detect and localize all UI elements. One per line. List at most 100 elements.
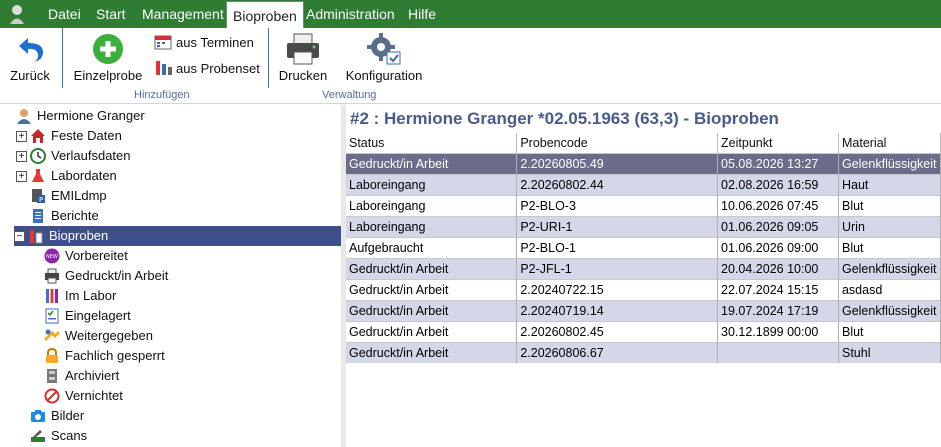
tree-subitem-archiviert[interactable]: Archiviert: [44, 366, 119, 386]
checklist-icon: [45, 308, 59, 324]
cell-status: Gedruckt/in Arbeit: [346, 320, 518, 342]
cell-material: Blut: [838, 194, 941, 216]
tree-item-labordaten[interactable]: + Labordaten: [16, 166, 117, 186]
cell-zeitpunkt: 05.08.2026 13:27: [717, 152, 839, 174]
tree-item-label: EMILdmp: [51, 188, 107, 203]
tree-patient[interactable]: Hermione Granger: [16, 106, 145, 126]
table-row[interactable]: Gedruckt/in Arbeit 2.20260805.49 05.08.2…: [346, 152, 941, 174]
cell-zeitpunkt: 01.06.2026 09:05: [717, 215, 839, 237]
expand-icon[interactable]: +: [16, 130, 27, 142]
tree-item-bilder[interactable]: Bilder: [30, 406, 84, 426]
tree-subitem-im-labor[interactable]: Im Labor: [44, 286, 116, 306]
tree-subitem-vernichtet[interactable]: Vernichtet: [44, 386, 123, 406]
collapse-icon[interactable]: −: [14, 230, 25, 242]
menu-hilfe[interactable]: Hilfe: [402, 0, 442, 28]
print-button[interactable]: Drucken: [276, 32, 330, 83]
cell-status: Aufgebraucht: [346, 236, 518, 258]
cell-status: Laboreingang: [346, 194, 518, 216]
cell-status: Gedruckt/in Arbeit: [346, 278, 518, 300]
tree-subitem-gesperrt[interactable]: Fachlich gesperrt: [44, 346, 165, 366]
menu-management[interactable]: Management: [136, 0, 230, 28]
gear-icon: [367, 33, 401, 65]
cell-probencode: 2.20260802.45: [516, 320, 719, 342]
table-row[interactable]: Gedruckt/in Arbeit 2.20240719.14 19.07.2…: [346, 299, 941, 321]
menu-bar: Datei Start Management Bioproben Adminis…: [0, 0, 941, 28]
back-button[interactable]: Zurück: [8, 34, 52, 83]
cell-material: Blut: [838, 320, 941, 342]
table-row[interactable]: Laboreingang P2-URI-1 01.06.2026 09:05 U…: [346, 215, 941, 237]
tree-item-label: Berichte: [51, 208, 99, 223]
tree-subitem-vorbereitet[interactable]: NEW Vorbereitet: [44, 246, 128, 266]
table-row[interactable]: Laboreingang 2.20260802.44 02.08.2026 16…: [346, 173, 941, 195]
configuration-button[interactable]: Konfiguration: [342, 32, 426, 83]
archive-cabinet-icon: [47, 369, 57, 383]
column-header-zeitpunkt[interactable]: Zeitpunkt: [717, 133, 839, 153]
cell-status: Laboreingang: [346, 173, 518, 195]
table-row[interactable]: Aufgebraucht P2-BLO-1 01.06.2026 09:00 B…: [346, 236, 941, 258]
cell-zeitpunkt: 22.07.2024 15:15: [717, 278, 839, 300]
tree-item-bioproben[interactable]: − Bioproben: [14, 226, 341, 246]
table-row[interactable]: Gedruckt/in Arbeit 2.20240722.15 22.07.2…: [346, 278, 941, 300]
column-header-probencode[interactable]: Probencode: [516, 133, 719, 153]
ribbon-separator: [268, 28, 269, 88]
tree-subitem-gedruckt[interactable]: Gedruckt/in Arbeit: [44, 266, 168, 286]
calendar-icon: [154, 35, 172, 50]
cell-zeitpunkt: 02.08.2026 16:59: [717, 173, 839, 195]
cell-material: Gelenkflüssigkeit: [838, 299, 941, 321]
tree-item-berichte[interactable]: Berichte: [30, 206, 99, 226]
from-sample-set-label: aus Probenset: [176, 60, 260, 76]
scanner-icon: [31, 430, 45, 442]
sample-set-icon: [156, 61, 172, 75]
column-header-status[interactable]: Status: [346, 133, 518, 153]
tree-item-scans[interactable]: Scans: [30, 426, 87, 446]
from-sample-set-button[interactable]: aus Probenset: [154, 59, 260, 77]
menu-administration[interactable]: Administration: [300, 0, 401, 28]
report-icon: [33, 209, 43, 223]
camera-icon: [31, 410, 45, 422]
table-row[interactable]: Gedruckt/in Arbeit 2.20260806.67 Stuhl: [346, 341, 941, 363]
cell-status: Gedruckt/in Arbeit: [346, 152, 518, 174]
expand-icon[interactable]: +: [16, 170, 27, 182]
flask-icon: [32, 169, 44, 182]
prohibited-icon: [44, 388, 60, 404]
from-appointments-button[interactable]: aus Terminen: [154, 33, 254, 51]
menu-bioproben[interactable]: Bioproben: [226, 1, 304, 28]
cell-zeitpunkt: 01.06.2026 09:00: [717, 236, 839, 258]
tree-item-verlaufsdaten[interactable]: + Verlaufsdaten: [16, 146, 131, 166]
cell-material: asdasd: [838, 278, 941, 300]
from-appointments-label: aus Terminen: [176, 34, 254, 50]
cell-zeitpunkt: 20.04.2026 10:00: [717, 257, 839, 279]
cell-status: Gedruckt/in Arbeit: [346, 257, 518, 279]
cell-zeitpunkt: 10.06.2026 07:45: [717, 194, 839, 216]
cell-probencode: 2.20240719.14: [516, 299, 719, 321]
cell-material: Blut: [838, 236, 941, 258]
ribbon-separator: [62, 28, 63, 88]
table-row[interactable]: Gedruckt/in Arbeit P2-JFL-1 20.04.2026 1…: [346, 257, 941, 279]
menu-start[interactable]: Start: [90, 0, 132, 28]
add-circle-icon: [93, 34, 123, 64]
single-sample-label: Einzelprobe: [73, 68, 143, 83]
table-row[interactable]: Laboreingang P2-BLO-3 10.06.2026 07:45 B…: [346, 194, 941, 216]
tree-patient-label: Hermione Granger: [37, 108, 145, 123]
back-label: Zurück: [10, 68, 50, 83]
expand-icon[interactable]: +: [16, 150, 27, 162]
handover-icon: [44, 329, 60, 342]
cell-material: Stuhl: [838, 341, 941, 363]
tree-subitem-label: Vernichtet: [65, 388, 123, 403]
single-sample-button[interactable]: Einzelprobe: [70, 32, 146, 83]
tree-subitem-weitergegeben[interactable]: Weitergegeben: [44, 326, 153, 346]
svg-text:NEW: NEW: [46, 254, 58, 260]
table-row[interactable]: Gedruckt/in Arbeit 2.20260802.45 30.12.1…: [346, 320, 941, 342]
column-header-material[interactable]: Material: [838, 133, 941, 153]
svg-text:P: P: [39, 196, 43, 204]
menu-datei[interactable]: Datei: [42, 0, 87, 28]
tree-subitem-eingelagert[interactable]: Eingelagert: [44, 306, 131, 326]
table-header-row: Status Probencode Zeitpunkt Material: [346, 133, 941, 153]
cell-probencode: 2.20260802.44: [516, 173, 719, 195]
tree-item-feste-daten[interactable]: + Feste Daten: [16, 126, 122, 146]
test-tubes-icon: [46, 289, 58, 303]
tree-item-emildmp[interactable]: P EMILdmp: [30, 186, 107, 206]
back-arrow-icon: [19, 38, 43, 62]
tree-subitem-label: Weitergegeben: [65, 328, 153, 343]
cell-material: Gelenkflüssigkeit: [838, 257, 941, 279]
